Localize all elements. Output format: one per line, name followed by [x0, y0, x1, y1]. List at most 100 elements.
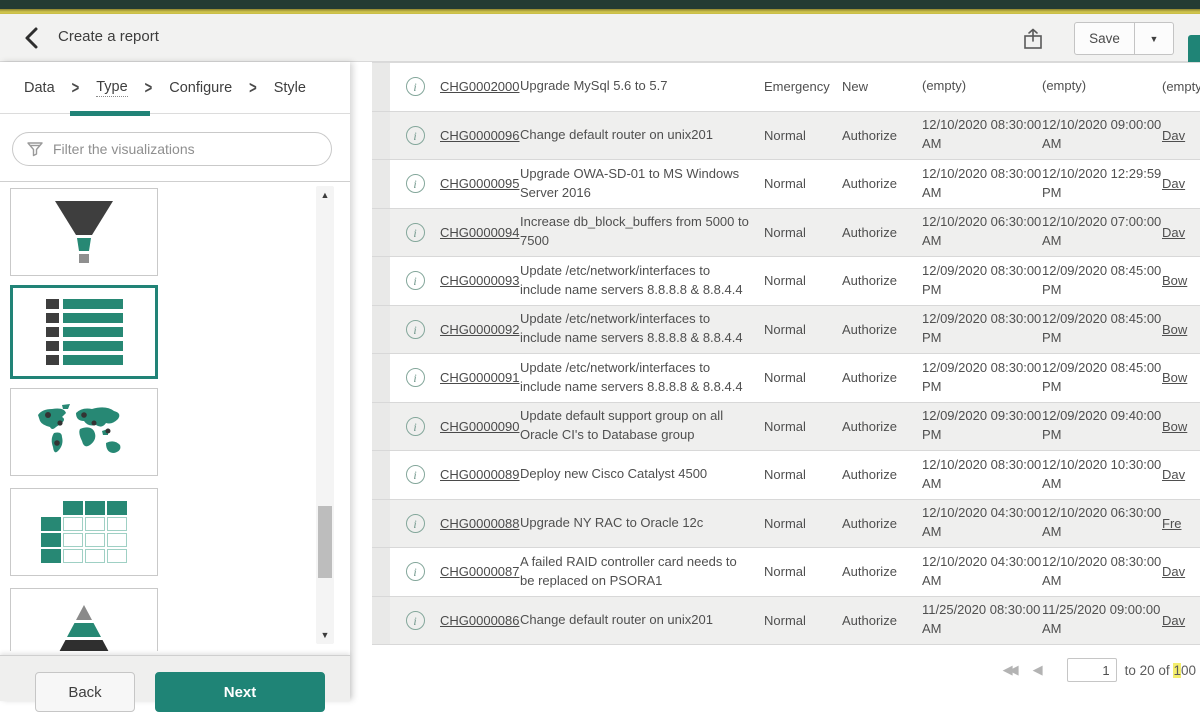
- change-number-link[interactable]: CHG0000089: [440, 467, 520, 482]
- next-button[interactable]: Next: [155, 672, 325, 712]
- table-row[interactable]: i CHG0000094 Increase db_block_buffers f…: [372, 209, 1200, 258]
- table-row[interactable]: i CHG0000090 Update default support grou…: [372, 403, 1200, 452]
- info-icon[interactable]: i: [406, 514, 425, 533]
- viz-type-map[interactable]: [10, 388, 158, 476]
- short-description-cell: Deploy new Cisco Catalyst 4500: [520, 465, 764, 484]
- change-number-link[interactable]: CHG0000093: [440, 273, 520, 288]
- short-description-cell: Update /etc/network/interfaces to includ…: [520, 262, 764, 300]
- info-icon[interactable]: i: [406, 77, 425, 96]
- info-icon[interactable]: i: [406, 126, 425, 145]
- info-icon[interactable]: i: [406, 174, 425, 193]
- table-row[interactable]: i CHG0000086 Change default router on un…: [372, 597, 1200, 646]
- state-cell: Authorize: [842, 128, 922, 143]
- save-caret-button[interactable]: ▼: [1135, 22, 1174, 55]
- info-icon[interactable]: i: [406, 271, 425, 290]
- planned-start-cell: 12/10/2020 08:30:00 AM: [922, 116, 1042, 154]
- planned-start-cell: 12/09/2020 08:30:00 PM: [922, 310, 1042, 348]
- change-number-cell: CHG0000090: [440, 419, 520, 434]
- assignee-link[interactable]: Dav: [1162, 128, 1200, 143]
- filter-field-wrap: [12, 132, 332, 166]
- breadcrumb-separator: >: [249, 77, 257, 97]
- scroll-down-icon[interactable]: ▼: [316, 630, 334, 640]
- first-page-icon[interactable]: ◀◀: [1003, 662, 1019, 678]
- table-row[interactable]: i CHG0000095 Upgrade OWA-SD-01 to MS Win…: [372, 160, 1200, 209]
- step-type[interactable]: Type: [96, 79, 127, 97]
- table-left-gutter: [372, 354, 390, 402]
- priority-cell: Normal: [764, 273, 842, 288]
- page-number-input[interactable]: [1067, 658, 1117, 682]
- change-number-link[interactable]: CHG0000090: [440, 419, 520, 434]
- change-number-link[interactable]: CHG0002000: [440, 79, 520, 94]
- short-description-cell: A failed RAID controller card needs to b…: [520, 553, 764, 591]
- assignee-link[interactable]: Dav: [1162, 613, 1200, 628]
- viz-type-pyramid[interactable]: [10, 588, 158, 651]
- table-row[interactable]: i CHG0000093 Update /etc/network/interfa…: [372, 257, 1200, 306]
- planned-end-cell: 12/10/2020 12:29:59 PM: [1042, 165, 1162, 203]
- assignee-link[interactable]: Bow: [1162, 419, 1200, 434]
- assignee-link[interactable]: Dav: [1162, 225, 1200, 240]
- table-row[interactable]: i CHG0000091 Update /etc/network/interfa…: [372, 354, 1200, 403]
- short-description-cell: Change default router on unix201: [520, 611, 764, 630]
- info-icon[interactable]: i: [406, 223, 425, 242]
- change-number-cell: CHG0000093: [440, 273, 520, 288]
- priority-cell: Normal: [764, 128, 842, 143]
- table-row[interactable]: i CHG0000092 Update /etc/network/interfa…: [372, 306, 1200, 355]
- back-chevron-icon[interactable]: [20, 25, 46, 51]
- viz-type-pivot-table[interactable]: [10, 488, 158, 576]
- info-cell: i: [390, 174, 440, 193]
- planned-end-cell: (empty): [1042, 77, 1162, 96]
- scrollbar-thumb[interactable]: [318, 506, 332, 578]
- short-description-cell: Update default support group on all Orac…: [520, 407, 764, 445]
- change-number-link[interactable]: CHG0000087: [440, 564, 520, 579]
- priority-cell: Emergency: [764, 79, 842, 94]
- assignee-link[interactable]: Dav: [1162, 176, 1200, 191]
- back-button[interactable]: Back: [35, 672, 135, 712]
- previous-page-icon[interactable]: ◀: [1033, 662, 1043, 678]
- change-number-link[interactable]: CHG0000088: [440, 516, 520, 531]
- breadcrumb-separator: >: [145, 77, 153, 97]
- step-configure[interactable]: Configure: [169, 80, 232, 96]
- assignee-link[interactable]: Bow: [1162, 322, 1200, 337]
- planned-start-cell: (empty): [922, 77, 1042, 96]
- info-icon[interactable]: i: [406, 368, 425, 387]
- assignee-link[interactable]: Dav: [1162, 467, 1200, 482]
- table-left-gutter: [372, 306, 390, 354]
- priority-cell: Normal: [764, 613, 842, 628]
- share-icon[interactable]: [1021, 27, 1045, 51]
- assignee-link[interactable]: (empty): [1162, 79, 1200, 94]
- table-row[interactable]: i CHG0000096 Change default router on un…: [372, 112, 1200, 161]
- scroll-up-icon[interactable]: ▲: [316, 190, 334, 200]
- assignee-link[interactable]: Fre: [1162, 516, 1200, 531]
- table-left-gutter: [372, 403, 390, 451]
- table-row[interactable]: i CHG0000087 A failed RAID controller ca…: [372, 548, 1200, 597]
- info-icon[interactable]: i: [406, 611, 425, 630]
- info-cell: i: [390, 223, 440, 242]
- info-icon[interactable]: i: [406, 562, 425, 581]
- change-number-link[interactable]: CHG0000086: [440, 613, 520, 628]
- assignee-link[interactable]: Bow: [1162, 370, 1200, 385]
- filter-visualizations-input[interactable]: [12, 132, 332, 166]
- assignee-link[interactable]: Dav: [1162, 564, 1200, 579]
- save-button[interactable]: Save: [1074, 22, 1135, 55]
- step-style[interactable]: Style: [274, 80, 306, 96]
- viz-list-scrollbar[interactable]: ▲ ▼: [316, 186, 334, 644]
- info-icon[interactable]: i: [406, 320, 425, 339]
- info-icon[interactable]: i: [406, 465, 425, 484]
- viz-type-list[interactable]: [10, 285, 158, 379]
- change-number-link[interactable]: CHG0000095: [440, 176, 520, 191]
- change-number-link[interactable]: CHG0000094: [440, 225, 520, 240]
- change-number-link[interactable]: CHG0000096: [440, 128, 520, 143]
- planned-end-cell: 12/09/2020 08:45:00 PM: [1042, 262, 1162, 300]
- viz-type-funnel[interactable]: [10, 188, 158, 276]
- table-row[interactable]: i CHG0000088 Upgrade NY RAC to Oracle 12…: [372, 500, 1200, 549]
- table-row[interactable]: i CHG0002000 Upgrade MySql 5.6 to 5.7 Em…: [372, 63, 1200, 112]
- table-row[interactable]: i CHG0000089 Deploy new Cisco Catalyst 4…: [372, 451, 1200, 500]
- change-number-link[interactable]: CHG0000092: [440, 322, 520, 337]
- change-number-link[interactable]: CHG0000091: [440, 370, 520, 385]
- priority-cell: Normal: [764, 564, 842, 579]
- assignee-link[interactable]: Bow: [1162, 273, 1200, 288]
- state-cell: Authorize: [842, 419, 922, 434]
- short-description-cell: Upgrade NY RAC to Oracle 12c: [520, 514, 764, 533]
- step-data[interactable]: Data: [24, 80, 55, 96]
- info-icon[interactable]: i: [406, 417, 425, 436]
